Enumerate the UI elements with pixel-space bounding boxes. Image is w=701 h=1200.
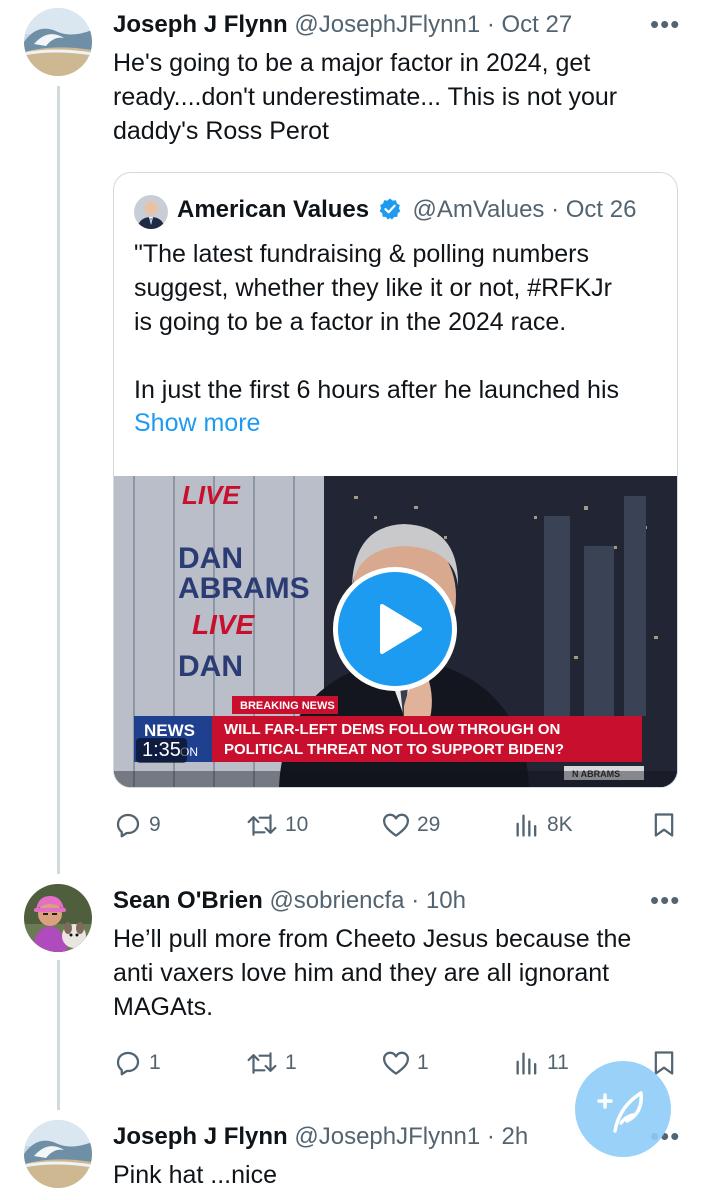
play-button[interactable]	[333, 567, 457, 691]
bookmark-button[interactable]	[650, 810, 678, 840]
reply-icon	[116, 813, 140, 838]
like-count: 1	[417, 1051, 429, 1074]
tweet-text: Pink hat ...nice	[113, 1161, 277, 1189]
more-icon[interactable]: •••	[650, 11, 680, 37]
play-icon	[380, 604, 422, 654]
separator: ·	[551, 196, 560, 223]
video-duration-text: 1:35	[142, 739, 181, 761]
reply-button[interactable]: 1	[113, 1048, 161, 1078]
tweet-actions: 9 10 29 8K	[113, 810, 683, 844]
studio-name-2: DAN	[178, 650, 243, 683]
tweet-text: He's going to be a major factor in 2024,…	[113, 49, 618, 145]
studio-live-1: LIVE	[182, 480, 240, 510]
views-button[interactable]: 8K	[513, 810, 573, 840]
views-button[interactable]: 11	[513, 1048, 569, 1078]
separator: ·	[411, 887, 420, 914]
reply-icon	[116, 1051, 140, 1076]
bookmark-icon	[654, 813, 674, 837]
author-handle[interactable]: @JosephJFlynn1	[294, 11, 480, 38]
author-handle[interactable]: @JosephJFlynn1	[294, 1123, 480, 1150]
quoted-timestamp[interactable]: Oct 26	[566, 196, 637, 223]
reply-button[interactable]: 9	[113, 810, 161, 840]
quoted-tweet-text: "The latest fundraising & polling number…	[134, 240, 619, 404]
thread-line-2	[57, 960, 60, 1110]
video-duration: 1:35	[136, 738, 187, 763]
views-count: 11	[547, 1051, 569, 1074]
avatar-american-values[interactable]	[134, 195, 168, 229]
headline-line-2: POLITICAL THREAT NOT TO SUPPORT BIDEN?	[224, 741, 564, 758]
headline-line-1: WILL FAR-LEFT DEMS FOLLOW THROUGH ON	[224, 721, 560, 738]
author-handle[interactable]: @sobriencfa	[269, 887, 404, 914]
like-button[interactable]: 29	[381, 810, 440, 840]
retweet-button[interactable]: 10	[245, 810, 308, 840]
more-icon[interactable]: •••	[650, 887, 680, 913]
retweet-button[interactable]: 1	[245, 1048, 297, 1078]
separator: ·	[486, 1123, 495, 1150]
separator: ·	[486, 11, 495, 38]
avatar-sean[interactable]	[24, 884, 92, 952]
views-count: 8K	[547, 813, 573, 836]
reply-count: 1	[149, 1051, 161, 1074]
verified-icon	[378, 197, 402, 229]
timestamp[interactable]: 2h	[502, 1123, 529, 1150]
retweet-count: 1	[285, 1051, 297, 1074]
retweet-icon	[247, 814, 277, 836]
like-icon	[383, 813, 409, 837]
show-more-link[interactable]: Show more	[134, 409, 260, 438]
timestamp[interactable]: 10h	[426, 887, 466, 914]
avatar-joseph[interactable]	[24, 1120, 92, 1188]
retweet-icon	[247, 1052, 277, 1074]
author-name[interactable]: Joseph J Flynn	[113, 11, 288, 38]
author-name[interactable]: Joseph J Flynn	[113, 1123, 288, 1150]
quoted-tweet[interactable]: American Values @AmValueѕ · Oct 26 "The …	[113, 172, 678, 788]
video-player[interactable]: LIVE DAN ABRAMS LIVE DAN BREAKING NEWS W…	[114, 476, 677, 787]
reply-count: 9	[149, 813, 161, 836]
retweet-count: 10	[285, 813, 309, 836]
quoted-author-handle[interactable]: @AmValueѕ	[412, 196, 544, 223]
like-count: 29	[417, 813, 441, 836]
author-name[interactable]: Sean O'Brien	[113, 887, 263, 914]
timestamp[interactable]: Oct 27	[502, 11, 573, 38]
like-icon	[383, 1051, 409, 1075]
thread-line-1	[57, 86, 60, 874]
views-icon	[516, 814, 537, 837]
like-button[interactable]: 1	[381, 1048, 429, 1078]
compose-icon	[597, 1091, 643, 1133]
views-icon	[516, 1052, 537, 1075]
tweet-text: He’ll pull more from Cheeto Jesus becaus…	[113, 925, 632, 1021]
breaking-news-label: BREAKING NEWS	[240, 700, 335, 712]
compose-button[interactable]	[575, 1061, 671, 1157]
studio-live-2: LIVE	[192, 609, 256, 640]
avatar-joseph[interactable]	[24, 8, 92, 76]
quoted-author-name[interactable]: American Values	[177, 196, 369, 223]
